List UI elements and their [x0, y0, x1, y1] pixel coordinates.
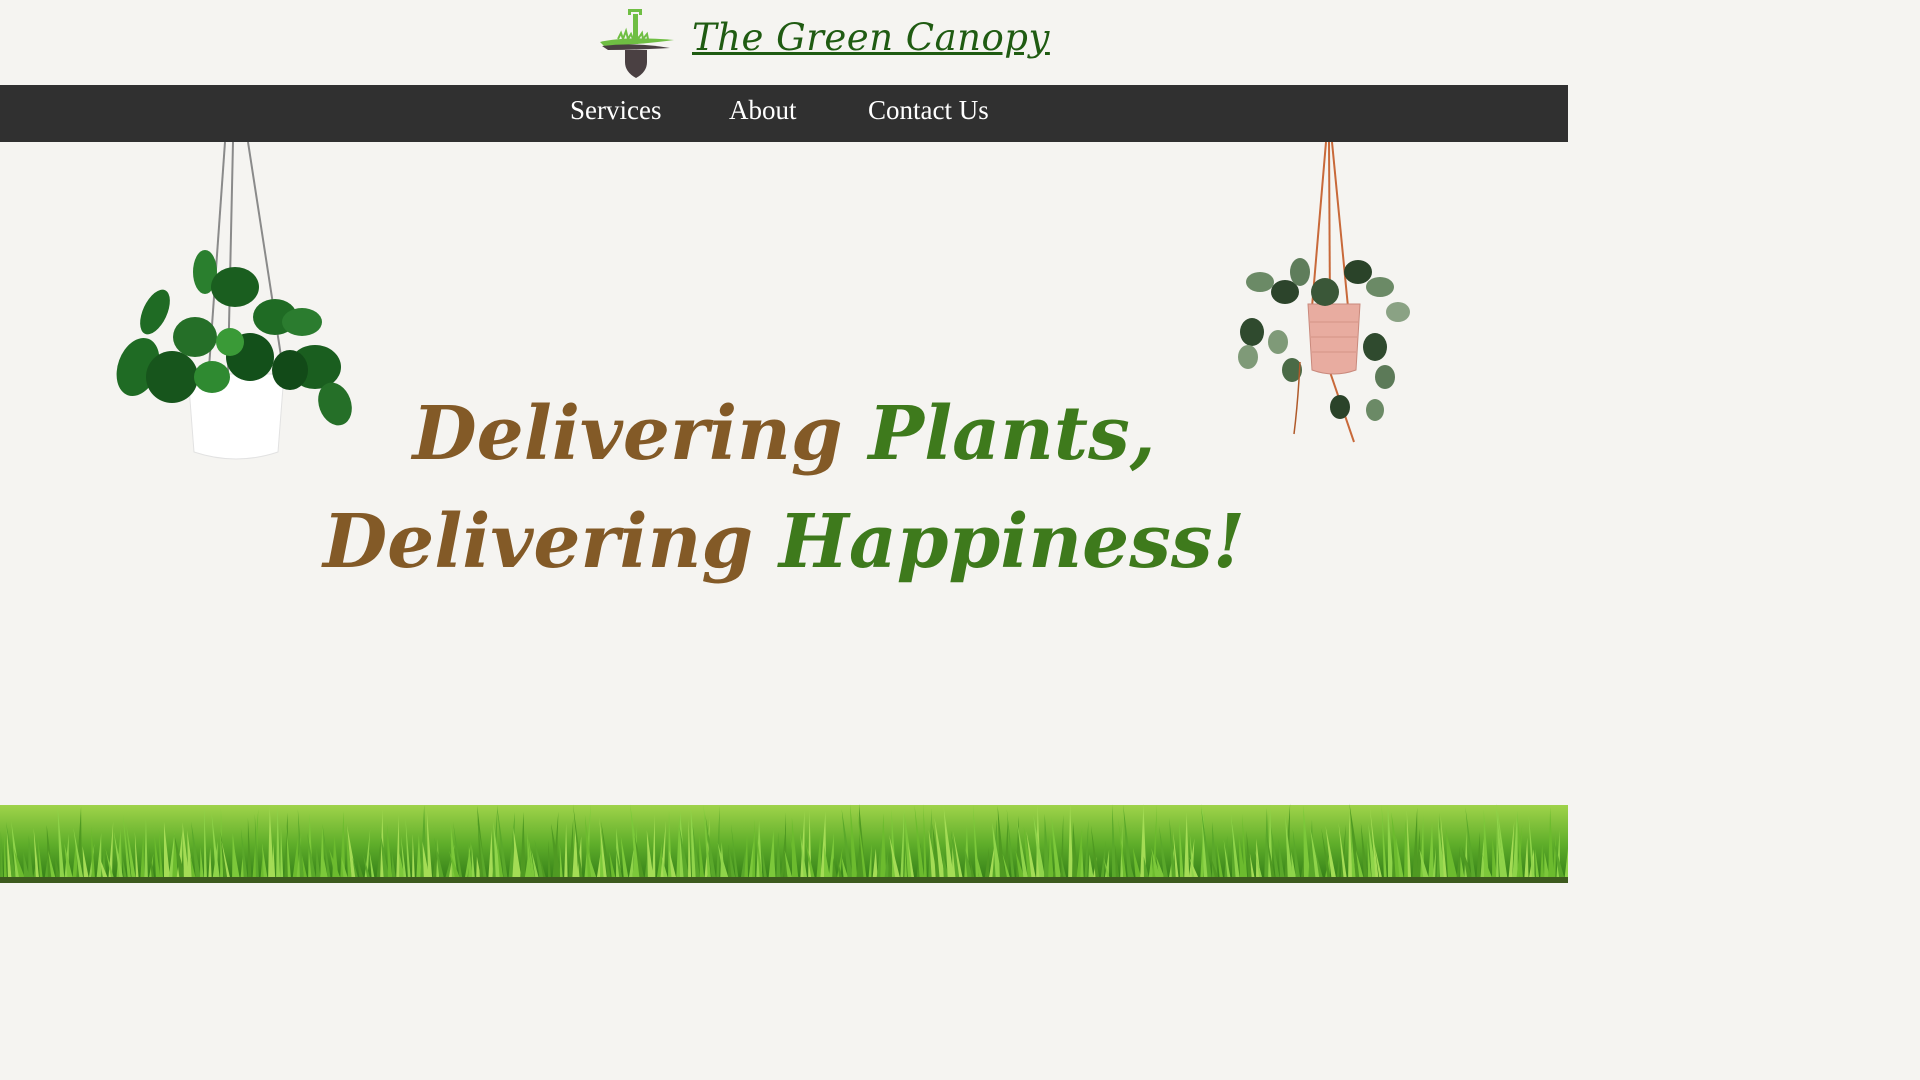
- nav-contact-us[interactable]: Contact Us: [868, 95, 989, 126]
- hero-line-1-object: Plants,: [868, 391, 1156, 477]
- hero-tagline: Delivering Plants, Delivering Happiness!: [0, 380, 1568, 596]
- hero-line-2-verb: Delivering: [322, 499, 754, 585]
- hero-line-1-verb: Delivering: [412, 391, 843, 477]
- nav-services[interactable]: Services: [570, 95, 661, 126]
- brand-name[interactable]: The Green Canopy: [692, 16, 1050, 59]
- nav-about[interactable]: About: [729, 95, 797, 126]
- hero-line-2-object: Happiness!: [778, 499, 1246, 585]
- main-nav: Services About Contact Us: [0, 85, 1568, 142]
- grass-icon: [0, 765, 1568, 883]
- hero-line-1: Delivering Plants,: [0, 380, 1568, 488]
- hero-line-2: Delivering Happiness!: [0, 488, 1568, 596]
- page: The Green Canopy Services About Contact …: [0, 0, 1568, 883]
- site-header: The Green Canopy: [0, 0, 1568, 85]
- logo-shovel-icon[interactable]: [596, 6, 678, 80]
